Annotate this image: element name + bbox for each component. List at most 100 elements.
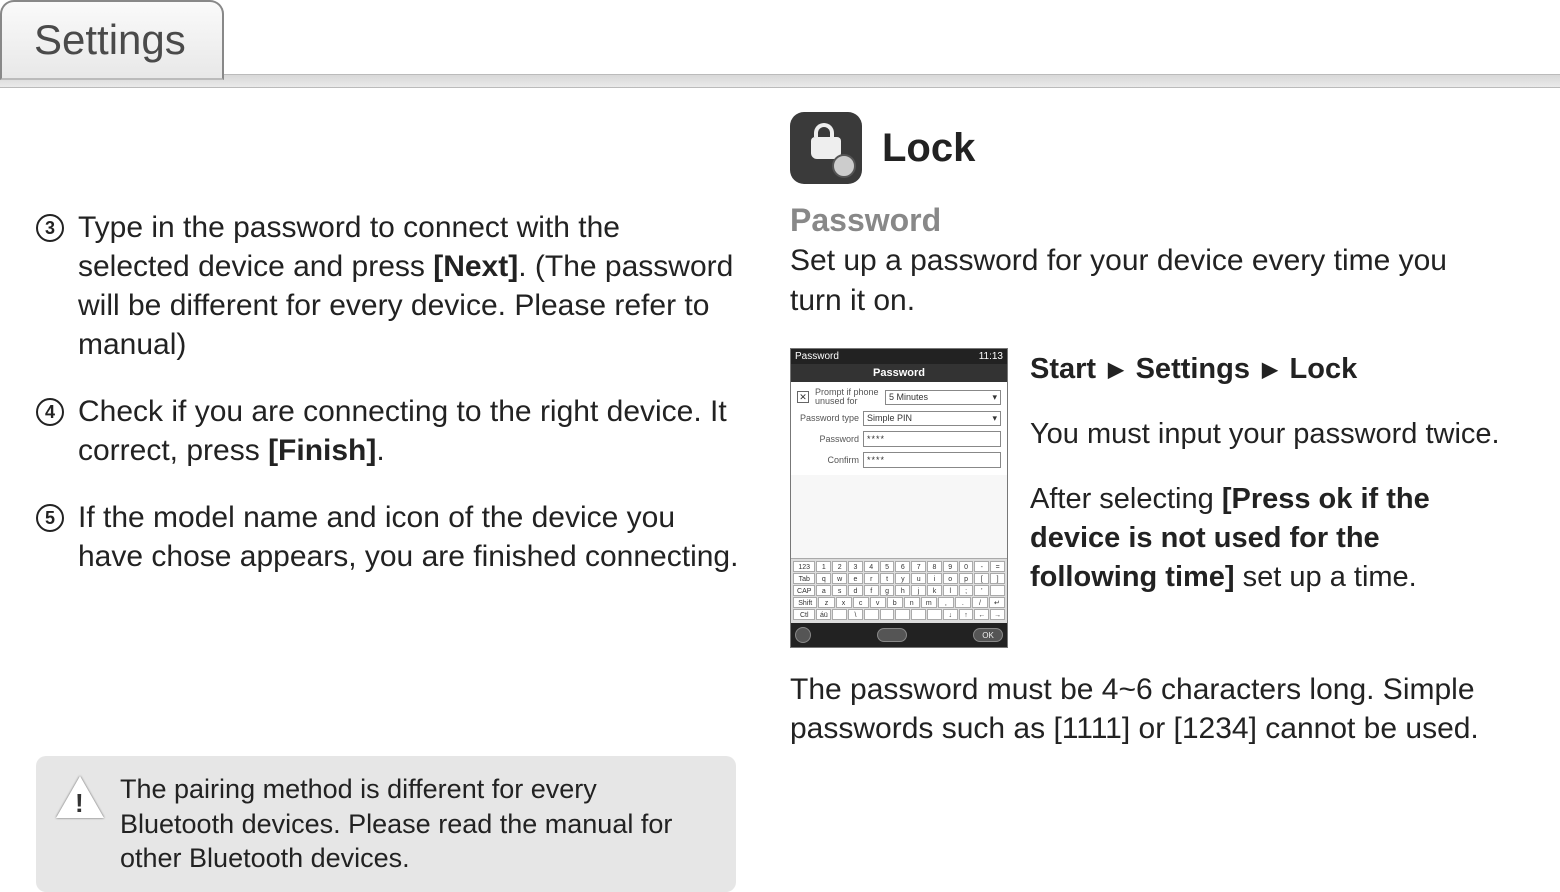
keyboard-key[interactable]: ↑ <box>959 609 974 620</box>
keyboard-key[interactable]: 2 <box>832 561 847 572</box>
instr2-post: set up a time. <box>1235 561 1417 593</box>
keyboard-key[interactable] <box>990 585 1005 596</box>
settings-tab[interactable]: Settings <box>0 0 224 80</box>
keyboard-key[interactable]: c <box>853 597 869 608</box>
keyboard-key[interactable]: g <box>880 585 895 596</box>
keyboard-key[interactable]: m <box>921 597 937 608</box>
keyboard-key[interactable]: n <box>904 597 920 608</box>
keyboard-key[interactable]: 0 <box>959 561 974 572</box>
steps-list: 3 Type in the password to connect with t… <box>36 208 740 576</box>
chevron-right-icon: ▶ <box>1262 357 1277 384</box>
keyboard-key[interactable]: 8 <box>927 561 942 572</box>
keyboard-key[interactable]: ] <box>990 573 1005 584</box>
keyboard-key[interactable]: a <box>816 585 831 596</box>
tab-bar: Settings <box>0 0 1560 88</box>
path-start: Start <box>1030 353 1096 385</box>
keyboard-key[interactable]: . <box>955 597 971 608</box>
step-number: 3 <box>36 214 64 242</box>
lock-section-header: Lock <box>790 112 1500 184</box>
keyboard-key[interactable] <box>895 609 910 620</box>
keyboard-key[interactable]: x <box>836 597 852 608</box>
ss-idle-select[interactable]: 5 Minutes▾ <box>885 390 1001 405</box>
lock-icon <box>790 112 862 184</box>
keyboard-key[interactable]: ← <box>974 609 989 620</box>
step-text: If the model name and icon of the device… <box>78 498 740 576</box>
keyboard-key[interactable]: l <box>943 585 958 596</box>
keyboard-key[interactable]: 1 <box>816 561 831 572</box>
keyboard-key[interactable]: d <box>848 585 863 596</box>
keyboard-key[interactable]: u <box>911 573 926 584</box>
note-text: The pairing method is different for ever… <box>120 772 716 876</box>
ss-ok-button[interactable]: OK <box>973 628 1003 642</box>
instr-line-2: After selecting [Press ok if the device … <box>1030 480 1500 597</box>
step-number: 5 <box>36 504 64 532</box>
keyboard-key[interactable]: , <box>938 597 954 608</box>
keyboard-key[interactable]: 9 <box>943 561 958 572</box>
ss-keyboard-toggle[interactable] <box>877 628 907 642</box>
warning-icon <box>56 776 104 818</box>
keyboard-key[interactable]: i <box>927 573 942 584</box>
keyboard-key[interactable] <box>864 609 879 620</box>
keyboard-key[interactable] <box>880 609 895 620</box>
keyboard-key[interactable]: o <box>943 573 958 584</box>
keyboard-key[interactable]: 3 <box>848 561 863 572</box>
left-column: 3 Type in the password to connect with t… <box>0 108 740 892</box>
keyboard-key[interactable]: áü <box>816 609 831 620</box>
keyboard-key[interactable]: 5 <box>880 561 895 572</box>
header-divider <box>0 74 1560 88</box>
keyboard-key[interactable]: q <box>816 573 831 584</box>
keyboard-key[interactable]: 7 <box>911 561 926 572</box>
step-bold: [Next] <box>433 250 518 283</box>
right-column: Lock Password Set up a password for your… <box>780 108 1520 892</box>
keyboard-key[interactable]: j <box>911 585 926 596</box>
ss-confirm-input[interactable]: **** <box>863 452 1001 468</box>
keyboard-key[interactable]: 4 <box>864 561 879 572</box>
keyboard-key[interactable]: z <box>818 597 834 608</box>
keyboard-key[interactable]: Ctl <box>793 609 815 620</box>
keyboard-key[interactable]: Shift <box>793 597 817 608</box>
lock-instructions: Start ▶ Settings ▶ Lock You must input y… <box>1030 348 1500 648</box>
keyboard-key[interactable]: k <box>927 585 942 596</box>
keyboard-key[interactable]: s <box>832 585 847 596</box>
keyboard-key[interactable]: ; <box>959 585 974 596</box>
gear-icon <box>832 154 856 178</box>
keyboard-key[interactable]: e <box>848 573 863 584</box>
keyboard-key[interactable]: f <box>864 585 879 596</box>
keyboard-key[interactable]: = <box>990 561 1005 572</box>
keyboard-key[interactable]: Tab <box>793 573 815 584</box>
ss-header: Password <box>791 364 1007 382</box>
ss-confirm-label: Confirm <box>797 456 859 465</box>
ss-keyboard[interactable]: 1231234567890-=Tabqwertyuiop[]CAPasdfghj… <box>791 558 1007 623</box>
keyboard-key[interactable] <box>911 609 926 620</box>
ss-start-button[interactable] <box>795 627 811 643</box>
keyboard-key[interactable]: w <box>832 573 847 584</box>
keyboard-key[interactable]: ↵ <box>989 597 1005 608</box>
keyboard-key[interactable]: v <box>870 597 886 608</box>
ss-type-select[interactable]: Simple PIN▾ <box>863 411 1001 426</box>
keyboard-key[interactable]: [ <box>974 573 989 584</box>
keyboard-key[interactable]: CAP <box>793 585 815 596</box>
password-rules: The password must be 4~6 characters long… <box>790 670 1500 748</box>
ss-password-input[interactable]: **** <box>863 431 1001 447</box>
keyboard-key[interactable]: - <box>974 561 989 572</box>
step-3: 3 Type in the password to connect with t… <box>36 208 740 364</box>
keyboard-key[interactable] <box>927 609 942 620</box>
ss-checkbox[interactable]: ✕ <box>797 391 809 403</box>
device-screenshot: Password 11:13 Password ✕ Prompt if phon… <box>790 348 1008 648</box>
keyboard-key[interactable]: / <box>972 597 988 608</box>
keyboard-key[interactable]: 6 <box>895 561 910 572</box>
keyboard-key[interactable]: p <box>959 573 974 584</box>
keyboard-key[interactable]: t <box>880 573 895 584</box>
keyboard-key[interactable]: y <box>895 573 910 584</box>
nav-path: Start ▶ Settings ▶ Lock <box>1030 350 1500 389</box>
keyboard-key[interactable]: ' <box>974 585 989 596</box>
keyboard-key[interactable]: r <box>864 573 879 584</box>
keyboard-key[interactable] <box>832 609 847 620</box>
keyboard-key[interactable]: → <box>990 609 1005 620</box>
keyboard-key[interactable]: 123 <box>793 561 815 572</box>
step-text: Check if you are connecting to the right… <box>78 392 740 470</box>
keyboard-key[interactable]: b <box>887 597 903 608</box>
keyboard-key[interactable]: h <box>895 585 910 596</box>
keyboard-key[interactable]: \ <box>848 609 863 620</box>
keyboard-key[interactable]: ↓ <box>943 609 958 620</box>
